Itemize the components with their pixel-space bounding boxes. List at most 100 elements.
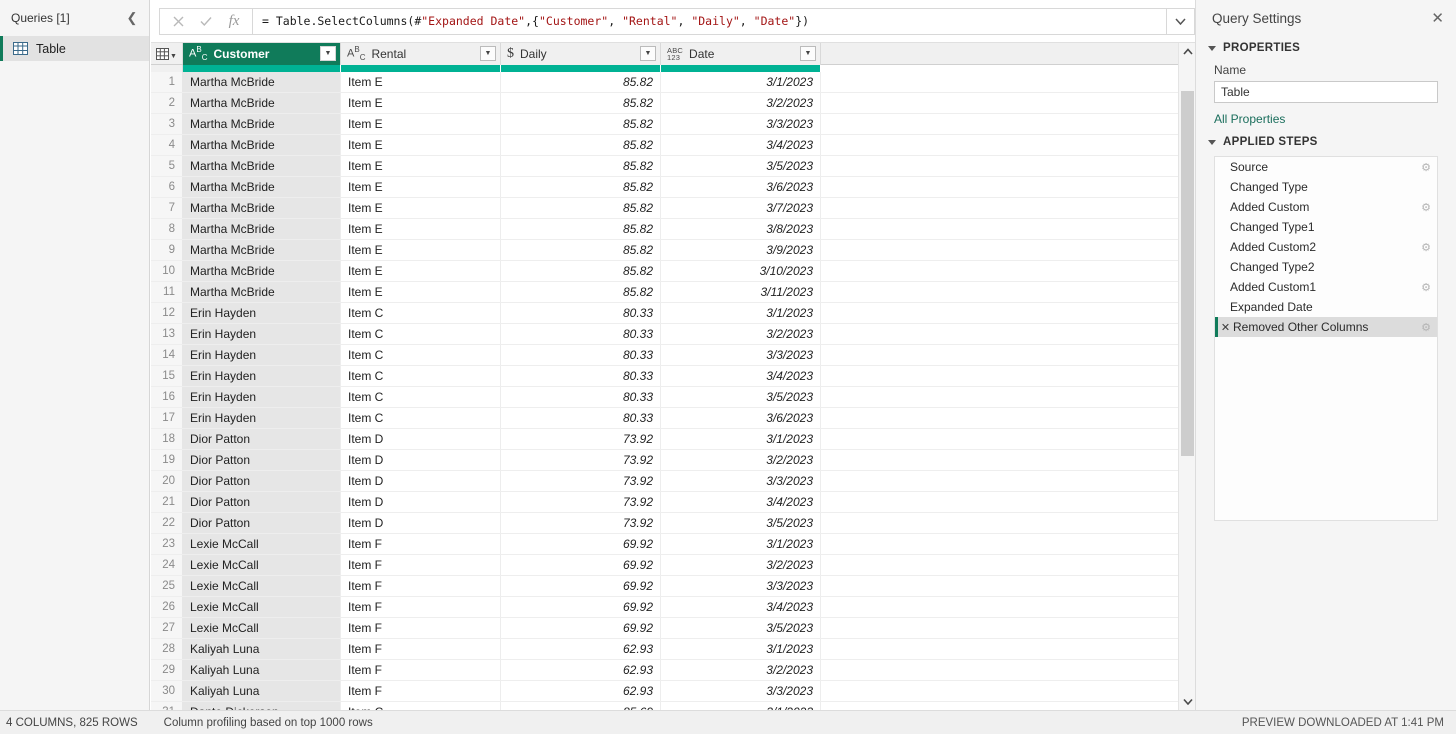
grid-vertical-scrollbar[interactable]	[1178, 43, 1195, 710]
gear-icon[interactable]: ⚙	[1415, 241, 1437, 254]
cell-daily[interactable]: 85.82	[501, 198, 661, 218]
cell-customer[interactable]: Martha McBride	[183, 282, 341, 302]
cell-date[interactable]: 3/2/2023	[661, 660, 821, 680]
chevron-up-icon[interactable]	[1179, 43, 1195, 60]
query-name-input[interactable]: Table	[1214, 81, 1438, 103]
cell-daily[interactable]: 69.92	[501, 597, 661, 617]
cell-customer[interactable]: Dior Patton	[183, 513, 341, 533]
cell-rental[interactable]: Item E	[341, 198, 501, 218]
table-row[interactable]: 21 Dior Patton Item D 73.92 3/4/2023	[151, 492, 1178, 513]
cell-daily[interactable]: 62.93	[501, 660, 661, 680]
cell-rental[interactable]: Item E	[341, 93, 501, 113]
cell-date[interactable]: 3/5/2023	[661, 156, 821, 176]
cell-daily[interactable]: 85.82	[501, 282, 661, 302]
cell-date[interactable]: 3/1/2023	[661, 534, 821, 554]
applied-step-item[interactable]: Source ⚙	[1215, 157, 1437, 177]
cell-rental[interactable]: Item F	[341, 597, 501, 617]
cell-rental[interactable]: Item E	[341, 72, 501, 92]
gear-icon[interactable]: ⚙	[1415, 161, 1437, 174]
cell-rental[interactable]: Item F	[341, 660, 501, 680]
cell-customer[interactable]: Lexie McCall	[183, 618, 341, 638]
cell-daily[interactable]: 80.33	[501, 324, 661, 344]
applied-step-item[interactable]: Added Custom ⚙	[1215, 197, 1437, 217]
cell-customer[interactable]: Dior Patton	[183, 492, 341, 512]
column-header-date[interactable]: ABC 123 Date ▼	[661, 43, 821, 65]
cell-daily[interactable]: 85.82	[501, 72, 661, 92]
applied-step-item[interactable]: Changed Type1	[1215, 217, 1437, 237]
cell-date[interactable]: 3/8/2023	[661, 219, 821, 239]
cell-daily[interactable]: 73.92	[501, 492, 661, 512]
cell-date[interactable]: 3/1/2023	[661, 72, 821, 92]
cell-rental[interactable]: Item C	[341, 366, 501, 386]
cell-daily[interactable]: 80.33	[501, 408, 661, 428]
cell-date[interactable]: 3/3/2023	[661, 681, 821, 701]
cell-rental[interactable]: Item D	[341, 492, 501, 512]
cell-rental[interactable]: Item E	[341, 240, 501, 260]
cell-customer[interactable]: Kaliyah Luna	[183, 639, 341, 659]
cell-daily[interactable]: 73.92	[501, 513, 661, 533]
table-row[interactable]: 27 Lexie McCall Item F 69.92 3/5/2023	[151, 618, 1178, 639]
cell-rental[interactable]: Item C	[341, 408, 501, 428]
cell-daily[interactable]: 85.82	[501, 240, 661, 260]
cell-date[interactable]: 3/4/2023	[661, 366, 821, 386]
cell-rental[interactable]: Item E	[341, 135, 501, 155]
table-row[interactable]: 4 Martha McBride Item E 85.82 3/4/2023	[151, 135, 1178, 156]
cell-daily[interactable]: 73.92	[501, 450, 661, 470]
cell-daily[interactable]: 85.82	[501, 177, 661, 197]
table-row[interactable]: 6 Martha McBride Item E 85.82 3/6/2023	[151, 177, 1178, 198]
cell-customer[interactable]: Dante Dickerson	[183, 702, 341, 710]
cell-rental[interactable]: Item E	[341, 177, 501, 197]
cell-customer[interactable]: Erin Hayden	[183, 303, 341, 323]
column-filter-dropdown-icon[interactable]: ▼	[480, 46, 496, 61]
cell-daily[interactable]: 80.33	[501, 345, 661, 365]
gear-icon[interactable]: ⚙	[1415, 201, 1437, 214]
cell-date[interactable]: 3/1/2023	[661, 639, 821, 659]
cell-date[interactable]: 3/9/2023	[661, 240, 821, 260]
table-row[interactable]: 11 Martha McBride Item E 85.82 3/11/2023	[151, 282, 1178, 303]
cell-daily[interactable]: 80.33	[501, 366, 661, 386]
cell-rental[interactable]: Item C	[341, 303, 501, 323]
cell-customer[interactable]: Erin Hayden	[183, 345, 341, 365]
cell-rental[interactable]: Item D	[341, 429, 501, 449]
table-row[interactable]: 12 Erin Hayden Item C 80.33 3/1/2023	[151, 303, 1178, 324]
cell-rental[interactable]: Item F	[341, 576, 501, 596]
table-row[interactable]: 14 Erin Hayden Item C 80.33 3/3/2023	[151, 345, 1178, 366]
table-row[interactable]: 20 Dior Patton Item D 73.92 3/3/2023	[151, 471, 1178, 492]
table-row[interactable]: 29 Kaliyah Luna Item F 62.93 3/2/2023	[151, 660, 1178, 681]
applied-step-item[interactable]: Changed Type	[1215, 177, 1437, 197]
cell-date[interactable]: 3/5/2023	[661, 387, 821, 407]
table-row[interactable]: 28 Kaliyah Luna Item F 62.93 3/1/2023	[151, 639, 1178, 660]
cell-daily[interactable]: 69.92	[501, 576, 661, 596]
cell-customer[interactable]: Kaliyah Luna	[183, 681, 341, 701]
column-header-daily[interactable]: $ Daily ▼	[501, 43, 661, 65]
cell-date[interactable]: 3/6/2023	[661, 177, 821, 197]
cell-date[interactable]: 3/3/2023	[661, 114, 821, 134]
cell-rental[interactable]: Item E	[341, 219, 501, 239]
cell-rental[interactable]: Item C	[341, 702, 501, 710]
cell-customer[interactable]: Dior Patton	[183, 471, 341, 491]
cell-rental[interactable]: Item C	[341, 324, 501, 344]
table-row[interactable]: 26 Lexie McCall Item F 69.92 3/4/2023	[151, 597, 1178, 618]
gear-icon[interactable]: ⚙	[1415, 281, 1437, 294]
cell-rental[interactable]: Item E	[341, 282, 501, 302]
cell-rental[interactable]: Item F	[341, 618, 501, 638]
cell-daily[interactable]: 73.92	[501, 429, 661, 449]
cell-date[interactable]: 3/2/2023	[661, 450, 821, 470]
table-row[interactable]: 3 Martha McBride Item E 85.82 3/3/2023	[151, 114, 1178, 135]
cell-rental[interactable]: Item E	[341, 156, 501, 176]
applied-step-item[interactable]: Expanded Date	[1215, 297, 1437, 317]
applied-step-item[interactable]: ✕ Removed Other Columns ⚙	[1215, 317, 1437, 337]
cell-rental[interactable]: Item F	[341, 534, 501, 554]
fx-icon[interactable]: fx	[220, 9, 248, 34]
cell-date[interactable]: 3/6/2023	[661, 408, 821, 428]
chevron-down-icon[interactable]	[1167, 7, 1195, 35]
cell-date[interactable]: 3/3/2023	[661, 345, 821, 365]
cell-daily[interactable]: 85.82	[501, 219, 661, 239]
table-row[interactable]: 7 Martha McBride Item E 85.82 3/7/2023	[151, 198, 1178, 219]
applied-step-item[interactable]: Changed Type2	[1215, 257, 1437, 277]
close-icon[interactable]: ✕	[1431, 11, 1444, 26]
table-row[interactable]: 22 Dior Patton Item D 73.92 3/5/2023	[151, 513, 1178, 534]
cell-rental[interactable]: Item F	[341, 681, 501, 701]
select-all-corner-button[interactable]: ▼	[151, 43, 183, 64]
cell-date[interactable]: 3/1/2023	[661, 702, 821, 710]
